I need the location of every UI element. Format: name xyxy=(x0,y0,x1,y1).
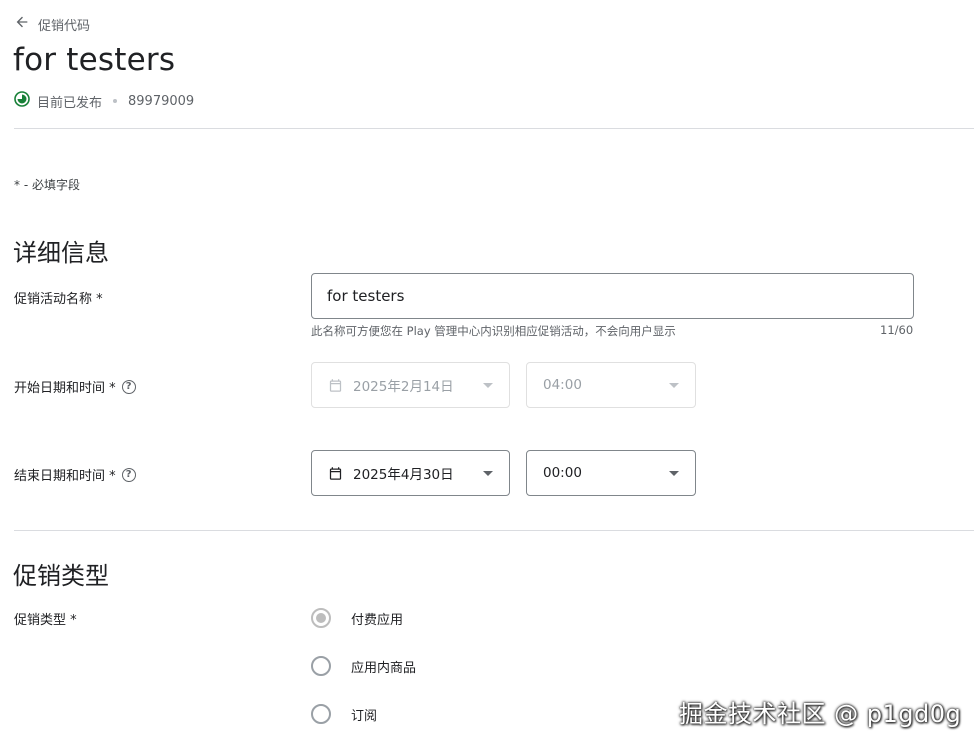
back-link[interactable]: 促销代码 xyxy=(14,14,90,34)
end-time-select[interactable]: 00:00 xyxy=(526,450,696,496)
promo-type-label-text: 促销类型 * xyxy=(14,613,77,628)
promo-name-label-text: 促销活动名称 * xyxy=(14,292,103,307)
promo-type-label: 促销类型 * xyxy=(14,609,77,628)
arrow-left-icon xyxy=(14,14,30,34)
start-date-value: 2025年2月14日 xyxy=(353,379,454,395)
chevron-down-icon xyxy=(483,470,493,476)
chevron-down-icon xyxy=(669,382,679,388)
end-datetime-label-text: 结束日期和时间 * xyxy=(14,469,116,484)
radio-button[interactable] xyxy=(311,704,331,724)
published-status-icon xyxy=(14,91,30,111)
promo-id: 89979009 xyxy=(128,93,195,109)
section-divider xyxy=(14,530,974,531)
radio-button[interactable] xyxy=(311,656,331,676)
status-text: 目前已发布 xyxy=(37,95,103,111)
end-date-value: 2025年4月30日 xyxy=(353,467,454,483)
radio-option-subscription[interactable]: 订阅 xyxy=(311,704,377,724)
promo-name-input[interactable] xyxy=(311,273,914,319)
start-time-select: 04:00 xyxy=(526,362,696,408)
separator-dot xyxy=(113,99,118,103)
radio-label: 应用内商品 xyxy=(351,660,417,676)
radio-button[interactable] xyxy=(311,608,331,628)
promo-name-counter: 11/60 xyxy=(880,323,914,337)
back-link-label: 促销代码 xyxy=(38,18,91,34)
help-icon[interactable]: ? xyxy=(121,379,136,394)
end-datetime-label: 结束日期和时间 * ? xyxy=(14,465,136,484)
start-time-value: 04:00 xyxy=(543,377,582,393)
start-datetime-label: 开始日期和时间 * ? xyxy=(14,377,136,396)
help-icon[interactable]: ? xyxy=(121,467,136,482)
calendar-icon xyxy=(328,378,343,393)
page-title: for testers xyxy=(13,42,176,78)
promo-name-helper: 此名称可方便您在 Play 管理中心内识别相应促销活动，不会向用户显示 xyxy=(311,324,676,338)
chevron-down-icon xyxy=(669,470,679,476)
radio-option-in-app-product[interactable]: 应用内商品 xyxy=(311,656,416,676)
promo-name-label: 促销活动名称 * xyxy=(14,288,103,307)
chevron-down-icon xyxy=(483,382,493,388)
start-date-select: 2025年2月14日 xyxy=(311,362,510,408)
radio-option-paid-app[interactable]: 付费应用 xyxy=(311,608,403,628)
end-time-value: 00:00 xyxy=(543,465,582,481)
start-datetime-label-text: 开始日期和时间 * xyxy=(14,381,116,396)
radio-label: 付费应用 xyxy=(351,612,404,628)
watermark: 掘金技术社区 @ p1gd0g xyxy=(679,700,962,728)
required-fields-note: * - 必填字段 xyxy=(14,178,80,192)
promo-type-section-title: 促销类型 xyxy=(13,562,109,590)
radio-label: 订阅 xyxy=(351,708,378,724)
details-section-title: 详细信息 xyxy=(13,239,109,267)
end-date-select[interactable]: 2025年4月30日 xyxy=(311,450,510,496)
status-row: 目前已发布 89979009 xyxy=(14,91,194,111)
header-divider xyxy=(14,128,974,129)
calendar-icon xyxy=(328,466,343,481)
